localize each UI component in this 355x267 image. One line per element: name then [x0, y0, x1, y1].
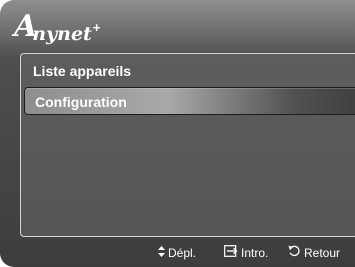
hint-move-label: Dépl. — [168, 246, 197, 260]
panel-title: Liste appareils — [33, 63, 132, 79]
hint-return-label: Retour — [304, 246, 341, 260]
menu-item-label: Configuration — [35, 94, 127, 110]
hint-return: Retour — [288, 245, 340, 261]
device-list-panel: Liste appareils Configuration — [20, 53, 355, 237]
enter-icon — [224, 245, 238, 261]
return-icon — [288, 245, 301, 261]
hint-enter: Intro. — [224, 245, 268, 261]
up-down-arrows-icon — [158, 245, 165, 261]
footer-hints: Dépl. Intro. Retour — [0, 240, 355, 267]
hint-move: Dépl. — [158, 245, 196, 261]
anynet-logo: Anynet + — [14, 9, 101, 45]
anynet-menu-window: Anynet + Liste appareils Configuration Dé… — [0, 0, 355, 267]
menu-item-configuration[interactable]: Configuration — [24, 87, 355, 115]
hint-enter-label: Intro. — [241, 246, 269, 260]
header: Anynet + — [0, 0, 355, 52]
